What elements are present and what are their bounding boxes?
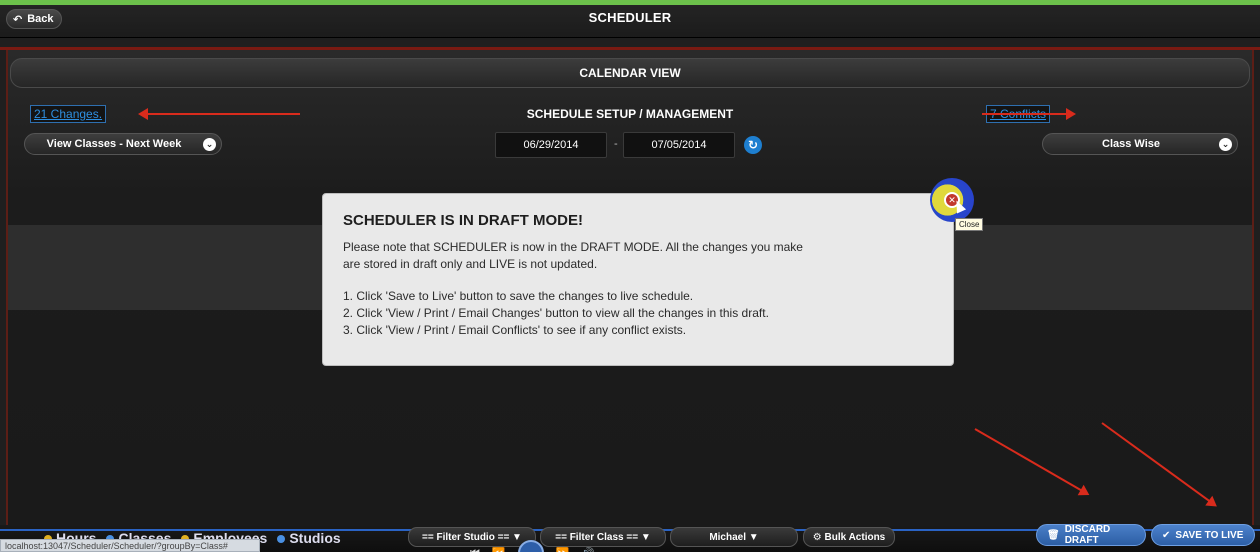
close-tooltip: Close bbox=[955, 218, 984, 231]
filter-employee-label: Michael bbox=[709, 531, 746, 543]
trash-icon: 🗑 bbox=[1047, 529, 1060, 541]
rewind-icon[interactable]: ⏮ bbox=[470, 547, 480, 552]
dialog-text-line-2: are stored in draft only and LIVE is not… bbox=[343, 257, 598, 271]
filter-icon: ▼ bbox=[638, 531, 651, 543]
dialog-title: SCHEDULER IS IN DRAFT MODE! bbox=[343, 212, 583, 229]
legend-label: Studios bbox=[289, 530, 341, 546]
dialog-text-line-1: Please note that SCHEDULER is now in the… bbox=[343, 240, 803, 254]
group-by-select-value: Class Wise bbox=[1102, 138, 1160, 150]
refresh-icon[interactable]: ↻ bbox=[744, 136, 762, 154]
chevron-down-icon: ⌄ bbox=[1219, 138, 1232, 151]
legend-studios-dot-icon bbox=[277, 535, 286, 543]
view-classes-select[interactable]: View Classes - Next Week ⌄ bbox=[24, 133, 222, 155]
discard-draft-label: DISCARD DRAFT bbox=[1064, 524, 1111, 546]
dialog-step-1: 1. Click 'Save to Live' button to save t… bbox=[343, 289, 694, 303]
group-by-select[interactable]: Class Wise ⌄ bbox=[1042, 133, 1238, 155]
gear-icon: ⚙ bbox=[812, 531, 825, 543]
dialog-step-3: 3. Click 'View / Print / Email Conflicts… bbox=[343, 323, 687, 337]
top-bar: ↶ Back SCHEDULER bbox=[0, 0, 1260, 38]
chevron-down-icon: ⌄ bbox=[203, 138, 216, 151]
save-to-live-label: SAVE TO LIVE bbox=[1175, 529, 1244, 541]
next-icon[interactable]: ⏩ bbox=[556, 547, 570, 552]
dialog-spacer bbox=[343, 273, 935, 288]
discard-draft-button[interactable]: 🗑 DISCARD DRAFT bbox=[1036, 524, 1146, 546]
date-separator: - bbox=[614, 138, 618, 150]
save-to-live-button[interactable]: ✔ SAVE TO LIVE bbox=[1151, 524, 1255, 546]
previous-icon[interactable]: ⏪ bbox=[492, 547, 506, 552]
end-date-field[interactable]: 07/05/2014 bbox=[623, 132, 735, 158]
legend-item-studios[interactable]: Studios bbox=[277, 530, 341, 546]
calendar-view-header: CALENDAR VIEW bbox=[10, 58, 1250, 88]
draft-mode-dialog: SCHEDULER IS IN DRAFT MODE! Please note … bbox=[322, 193, 954, 366]
app-title: SCHEDULER bbox=[588, 10, 672, 25]
volume-icon[interactable]: 🔊 bbox=[581, 547, 595, 552]
annotation-arrow-changes bbox=[140, 113, 300, 115]
check-icon: ✔ bbox=[1162, 529, 1171, 541]
filter-employee-select[interactable]: Michael ▼ bbox=[670, 527, 798, 547]
dialog-step-2: 2. Click 'View / Print / Email Changes' … bbox=[343, 306, 769, 320]
play-icon[interactable] bbox=[517, 540, 544, 552]
start-date-field[interactable]: 06/29/2014 bbox=[495, 132, 607, 158]
filter-icon: ▼ bbox=[746, 531, 759, 543]
bulk-actions-button[interactable]: ⚙ Bulk Actions bbox=[803, 527, 895, 547]
view-classes-select-value: View Classes - Next Week bbox=[46, 138, 182, 150]
video-player-controls: ⏮ ⏪ ⏩ 🔊 bbox=[470, 540, 595, 552]
browser-status-url: localhost:13047/Scheduler/Scheduler/?gro… bbox=[0, 539, 260, 552]
annotation-arrow-conflicts bbox=[982, 108, 1076, 120]
bulk-actions-label: Bulk Actions bbox=[824, 531, 886, 543]
